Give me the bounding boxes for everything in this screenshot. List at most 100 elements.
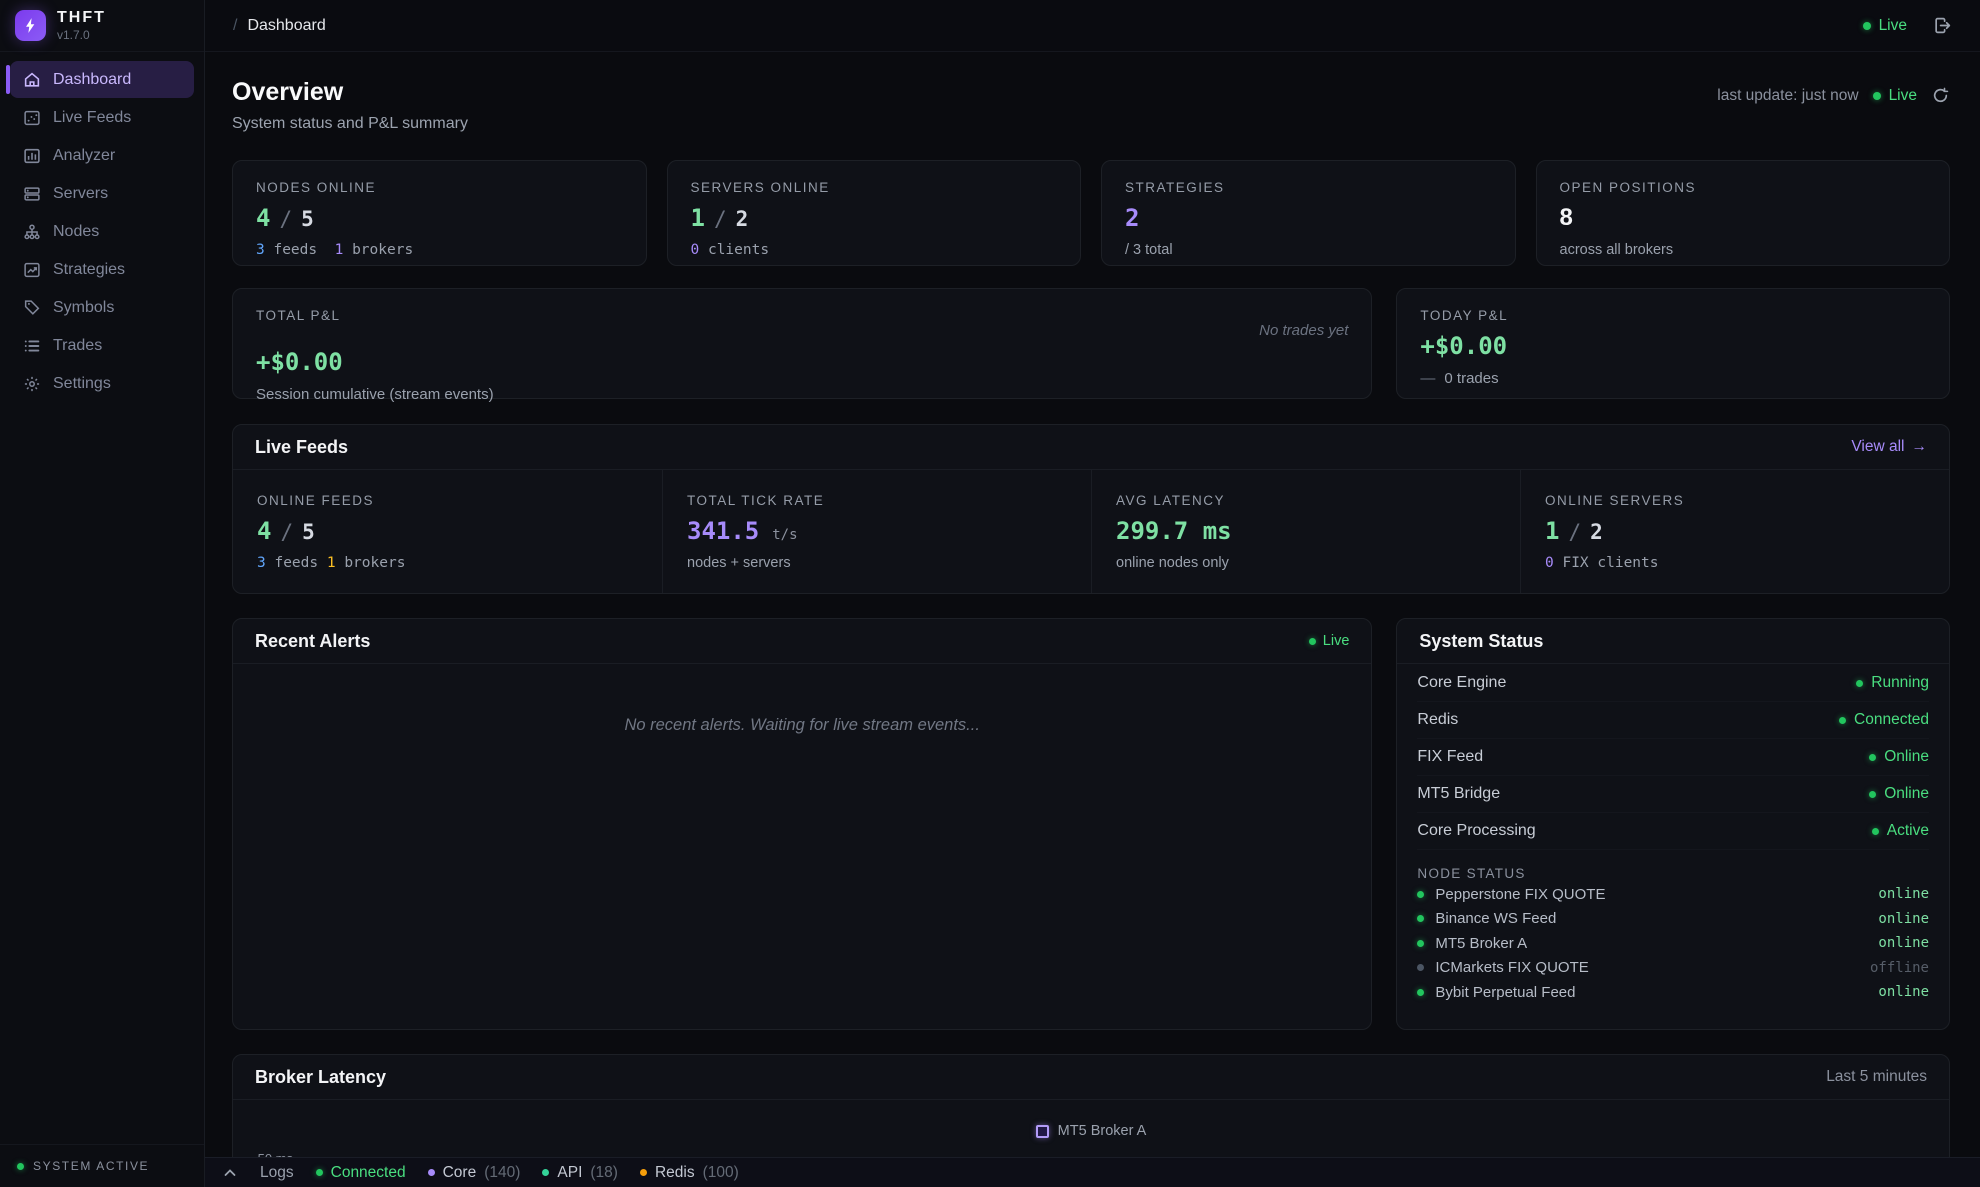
status-dot bbox=[1869, 754, 1876, 761]
status-dot bbox=[17, 1163, 24, 1170]
stat-sub: across all brokers bbox=[1560, 242, 1927, 258]
page-title: Overview bbox=[232, 78, 468, 107]
system-active-status: SYSTEM ACTIVE bbox=[0, 1144, 204, 1187]
log-count-redis: Redis (100) bbox=[640, 1164, 739, 1182]
stat-sub: 3 feeds 1 brokers bbox=[256, 242, 623, 258]
stat-label: NODES ONLINE bbox=[256, 180, 623, 195]
live-feeds-title: Live Feeds bbox=[255, 437, 348, 458]
bolt-icon bbox=[22, 17, 39, 34]
bar-chart-icon bbox=[23, 147, 41, 165]
sidebar-item-label: Dashboard bbox=[53, 71, 131, 89]
logout-icon bbox=[1933, 16, 1952, 35]
status-dot bbox=[1856, 680, 1863, 687]
app-logo bbox=[15, 10, 46, 41]
node-dot bbox=[1417, 915, 1424, 922]
recent-alerts-title: Recent Alerts bbox=[255, 631, 370, 652]
sidebar-item-servers[interactable]: Servers bbox=[10, 175, 194, 212]
stats-row: NODES ONLINE 4 / 5 3 feeds 1 brokers SER… bbox=[232, 160, 1950, 266]
card-open-positions: OPEN POSITIONS 8 across all brokers bbox=[1536, 160, 1951, 266]
node-row: Binance WS Feed online bbox=[1417, 908, 1929, 931]
main-content: Overview System status and P&L summary l… bbox=[205, 52, 1980, 1187]
live-dot bbox=[1873, 92, 1881, 100]
legend-swatch-mt5-broker-a[interactable] bbox=[1036, 1125, 1049, 1138]
logs-expand-button[interactable] bbox=[222, 1165, 238, 1181]
log-count-api: API (18) bbox=[542, 1164, 618, 1182]
trend-icon bbox=[23, 261, 41, 279]
alerts-live-indicator: Live bbox=[1309, 633, 1350, 649]
sidebar-item-dashboard[interactable]: Dashboard bbox=[10, 61, 194, 98]
service-row: FIX Feed Online bbox=[1417, 739, 1929, 776]
today-pnl-value: +$0.00 bbox=[1420, 332, 1926, 360]
breadcrumb[interactable]: Dashboard bbox=[247, 17, 325, 35]
broker-latency-title: Broker Latency bbox=[255, 1067, 386, 1088]
total-pnl-sub: Session cumulative (stream events) bbox=[256, 386, 1348, 403]
sidebar-item-settings[interactable]: Settings bbox=[10, 365, 194, 402]
logout-button[interactable] bbox=[1933, 16, 1952, 35]
app-version: v1.7.0 bbox=[57, 28, 106, 42]
live-dot bbox=[1309, 638, 1316, 645]
sidebar-item-label: Settings bbox=[53, 375, 111, 393]
connection-status: Connected bbox=[316, 1164, 406, 1182]
live-feeds-icon bbox=[23, 109, 41, 127]
sidebar-item-label: Trades bbox=[53, 337, 102, 355]
status-dot bbox=[316, 1169, 323, 1176]
sidebar-item-label: Live Feeds bbox=[53, 109, 131, 127]
core-dot bbox=[428, 1169, 435, 1176]
sidebar: THFT v1.7.0 Dashboard Live Feeds Analyze… bbox=[0, 0, 205, 1187]
list-icon bbox=[23, 337, 41, 355]
sidebar-item-label: Symbols bbox=[53, 299, 114, 317]
chevron-up-icon bbox=[222, 1165, 238, 1181]
sidebar-item-nodes[interactable]: Nodes bbox=[10, 213, 194, 250]
recent-alerts-panel: Recent Alerts Live No recent alerts. Wai… bbox=[232, 618, 1372, 1030]
stat-value: 4 bbox=[256, 204, 270, 232]
card-servers-online: SERVERS ONLINE 1 / 2 0 clients bbox=[667, 160, 1082, 266]
api-dot bbox=[542, 1169, 549, 1176]
topbar: / Dashboard Live bbox=[205, 0, 1980, 52]
live-dot bbox=[1863, 22, 1871, 30]
last-update-text: last update: just now bbox=[1717, 87, 1858, 105]
sidebar-item-label: Nodes bbox=[53, 223, 99, 241]
sidebar-item-trades[interactable]: Trades bbox=[10, 327, 194, 364]
stat-sub: 0 clients bbox=[691, 242, 1058, 258]
redis-dot bbox=[640, 1169, 647, 1176]
sidebar-item-strategies[interactable]: Strategies bbox=[10, 251, 194, 288]
stat-value: 2 bbox=[1125, 204, 1139, 232]
cell-online-feeds: ONLINE FEEDS 4 / 5 3 feeds 1 brokers bbox=[233, 470, 662, 593]
server-icon bbox=[23, 185, 41, 203]
sidebar-item-live-feeds[interactable]: Live Feeds bbox=[10, 99, 194, 136]
stat-label: STRATEGIES bbox=[1125, 180, 1492, 195]
node-dot bbox=[1417, 891, 1424, 898]
view-all-link[interactable]: View all → bbox=[1851, 438, 1927, 456]
node-row: ICMarkets FIX QUOTE offline bbox=[1417, 957, 1929, 980]
tag-icon bbox=[23, 299, 41, 317]
card-today-pnl: TODAY P&L +$0.00 —0 trades bbox=[1396, 288, 1950, 399]
alerts-empty-message: No recent alerts. Waiting for live strea… bbox=[624, 716, 980, 735]
service-row: Redis Connected bbox=[1417, 702, 1929, 739]
alerts-status-row: Recent Alerts Live No recent alerts. Wai… bbox=[232, 618, 1950, 1030]
service-row: Core Engine Running bbox=[1417, 665, 1929, 702]
refresh-button[interactable] bbox=[1931, 86, 1950, 105]
pnl-label: TODAY P&L bbox=[1420, 308, 1926, 323]
overview-header: Overview System status and P&L summary l… bbox=[232, 78, 1950, 133]
overview-live-indicator: Live bbox=[1873, 87, 1917, 105]
status-dot bbox=[1872, 828, 1879, 835]
logs-bar: Logs Connected Core (140) API (18) Redis… bbox=[205, 1157, 1980, 1187]
nodes-icon bbox=[23, 223, 41, 241]
stat-value: 8 bbox=[1560, 204, 1573, 232]
cell-avg-latency: AVG LATENCY 299.7 ms online nodes only bbox=[1091, 470, 1520, 593]
pnl-label: TOTAL P&L bbox=[256, 308, 341, 323]
legend-label: MT5 Broker A bbox=[1058, 1123, 1147, 1139]
live-indicator: Live bbox=[1863, 17, 1907, 35]
chart-legend: MT5 Broker A bbox=[233, 1100, 1949, 1148]
home-icon bbox=[23, 71, 41, 89]
sidebar-item-symbols[interactable]: Symbols bbox=[10, 289, 194, 326]
card-total-pnl: TOTAL P&L No trades yet +$0.00 Session c… bbox=[232, 288, 1372, 399]
app-logo-row: THFT v1.7.0 bbox=[0, 0, 204, 52]
stat-sub: / 3 total bbox=[1125, 242, 1492, 258]
time-range-label: Last 5 minutes bbox=[1826, 1068, 1927, 1086]
sidebar-item-analyzer[interactable]: Analyzer bbox=[10, 137, 194, 174]
sidebar-item-label: Analyzer bbox=[53, 147, 115, 165]
log-count-core: Core (140) bbox=[428, 1164, 521, 1182]
logs-label[interactable]: Logs bbox=[260, 1164, 294, 1182]
stat-label: SERVERS ONLINE bbox=[691, 180, 1058, 195]
